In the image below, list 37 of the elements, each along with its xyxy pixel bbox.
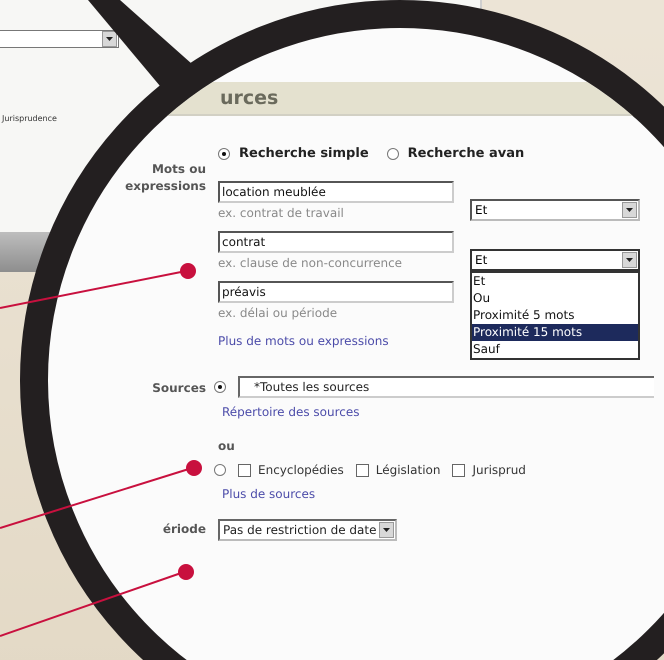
dropdown-field[interactable]: Et [470,249,640,271]
checkbox[interactable] [356,464,369,476]
dropdown-option[interactable]: Proximité 5 mots [472,307,638,324]
hint-text: ex. contrat de travail [218,206,345,220]
checkbox[interactable] [452,464,466,476]
radio-label: Recherche simple [239,146,369,161]
radio-button[interactable] [386,148,399,160]
text-field[interactable]: contrat [218,231,454,253]
checkbox-label: Jurisprud [472,463,526,477]
text-field[interactable]: location meublée [218,181,454,203]
radio-button[interactable] [218,148,230,160]
radio-label: Recherche avan [408,146,524,161]
checkbox-label: Législation [376,463,440,477]
hint-text: ex. délai ou période [218,306,338,320]
text-field[interactable]: préavis [218,281,454,303]
checkbox-label: Jurisprudence [2,114,57,123]
link[interactable]: Plus de sources [222,487,658,501]
dropdown-option[interactable]: Et [472,273,638,290]
radio-button[interactable] [214,381,226,393]
dropdown-field[interactable]: Et [470,199,640,221]
field-label: Mots ou expressions [124,161,206,195]
link[interactable]: Plus de mots ou expressions [218,334,454,348]
dropdown-option[interactable]: Ou [472,290,638,307]
link[interactable]: Répertoire des sources [222,405,658,419]
hint-text: ex. clause de non-concurrence [218,256,404,270]
field-label: Sources [152,380,206,397]
dropdown-field[interactable] [0,30,119,48]
dropdown-option[interactable]: Proximité 15 mots [472,324,638,341]
checkbox-label: Encyclopédies [258,463,344,477]
section-title: urces [220,87,278,109]
dropdown-field[interactable]: Pas de restriction de date [218,519,398,541]
dropdown-option[interactable]: Sauf [472,341,638,358]
checkbox[interactable] [238,464,251,476]
source-field[interactable]: *Toutes les sources [238,376,654,398]
field-label: ériode [162,521,206,538]
radio-button[interactable] [214,464,226,476]
or-label: ou [218,439,236,453]
